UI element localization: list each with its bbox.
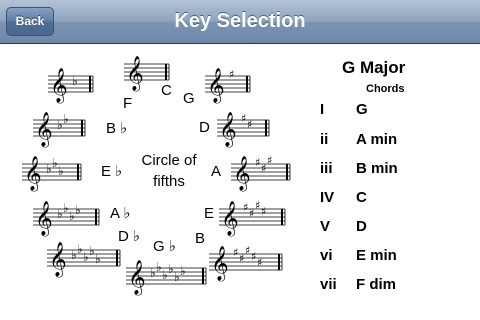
sharp-icon: ♯ bbox=[261, 162, 266, 175]
key-signature-staff[interactable]: 𝄞 ♭ ♭ bbox=[33, 112, 86, 148]
treble-clef-icon: 𝄞 bbox=[35, 201, 53, 237]
treble-clef-icon: 𝄞 bbox=[128, 260, 146, 296]
flat-icon: ♭ bbox=[77, 242, 83, 256]
treble-clef-icon: 𝄞 bbox=[221, 201, 239, 237]
chord-row: IV C bbox=[320, 189, 480, 209]
key-signature-staff[interactable]: 𝄞 ♯ ♯♯ ♯ bbox=[219, 199, 286, 237]
sharp-icon: ♯ bbox=[249, 207, 254, 220]
sharp-icon: ♯ bbox=[239, 252, 244, 265]
treble-clef-icon: 𝄞 bbox=[211, 246, 229, 282]
key-label-d: D bbox=[199, 119, 210, 136]
flat-icon: ♭ bbox=[89, 244, 95, 258]
sharp-icon: ♯ bbox=[251, 250, 256, 263]
chord-numeral: iii bbox=[320, 160, 333, 177]
key-signature-staff[interactable]: 𝄞 ♭ bbox=[48, 68, 94, 104]
chord-row: I G bbox=[320, 101, 480, 121]
sharp-icon: ♯ bbox=[255, 199, 260, 212]
flat-icon: ♭ bbox=[75, 203, 81, 217]
chord-numeral: vi bbox=[320, 247, 333, 264]
key-label-d-flat: D ♭ bbox=[118, 228, 141, 245]
treble-clef-icon: 𝄞 bbox=[126, 56, 144, 92]
sharp-icon: ♯ bbox=[229, 68, 234, 81]
key-signature-staff[interactable]: 𝄞 ♭ ♭♭ ♭ bbox=[33, 201, 100, 237]
treble-clef-icon: 𝄞 bbox=[49, 242, 67, 278]
flat-icon: ♭ bbox=[69, 209, 75, 223]
chord-row: vi E min bbox=[320, 247, 480, 267]
key-signature-staff[interactable]: 𝄞 ♭ ♭♭ ♭♭ ♭ bbox=[126, 260, 207, 296]
center-line-2: fifths bbox=[153, 173, 185, 190]
key-label-a: A bbox=[211, 163, 222, 180]
flat-icon: ♭ bbox=[63, 112, 69, 126]
chord-numeral: vii bbox=[320, 276, 337, 293]
flat-icon: ♭ bbox=[71, 248, 77, 262]
flat-icon: ♭ bbox=[162, 268, 168, 282]
chord-row: vii F dim bbox=[320, 276, 480, 296]
flat-icon: ♭ bbox=[150, 266, 156, 280]
key-signature-staff[interactable]: 𝄞 ♯ bbox=[205, 68, 251, 104]
key-label-b: B bbox=[195, 230, 206, 247]
sharp-icon: ♯ bbox=[247, 118, 252, 131]
key-label-a-flat: A ♭ bbox=[110, 205, 131, 222]
key-label-c: C bbox=[161, 82, 172, 99]
flat-icon: ♭ bbox=[63, 201, 69, 215]
flat-icon: ♭ bbox=[58, 164, 64, 178]
chords-heading: Chords bbox=[366, 83, 405, 95]
flat-icon: ♭ bbox=[83, 250, 89, 264]
key-label-g-flat: G ♭ bbox=[153, 238, 176, 255]
flat-icon: ♭ bbox=[46, 162, 52, 176]
flat-icon: ♭ bbox=[72, 74, 78, 88]
sharp-icon: ♯ bbox=[267, 154, 272, 167]
sharp-icon: ♯ bbox=[233, 246, 238, 259]
page-title: Key Selection bbox=[174, 10, 306, 32]
treble-clef-icon: 𝄞 bbox=[207, 68, 225, 104]
center-line-1: Circle of bbox=[141, 152, 197, 169]
chord-name: A min bbox=[356, 131, 398, 148]
treble-clef-icon: 𝄞 bbox=[50, 68, 68, 104]
chord-row: ii A min bbox=[320, 131, 480, 151]
circle-center-label: Circle of fifths bbox=[130, 150, 208, 192]
chord-name: G bbox=[356, 101, 368, 118]
chord-numeral: IV bbox=[320, 189, 335, 206]
key-label-g: G bbox=[183, 90, 195, 107]
flat-icon: ♭ bbox=[168, 262, 174, 276]
flat-icon: ♭ bbox=[95, 252, 101, 266]
chord-name: C bbox=[356, 189, 367, 206]
treble-clef-icon: 𝄞 bbox=[24, 156, 42, 192]
treble-clef-icon: 𝄞 bbox=[233, 156, 251, 192]
chord-name: D bbox=[356, 218, 367, 235]
flat-icon: ♭ bbox=[156, 260, 162, 274]
key-label-e: E bbox=[204, 205, 215, 222]
key-signature-staff[interactable]: 𝄞 ♭ ♭♭ bbox=[22, 156, 82, 192]
treble-clef-icon: 𝄞 bbox=[219, 112, 237, 148]
flat-icon: ♭ bbox=[57, 118, 63, 132]
key-label-b-flat: B ♭ bbox=[106, 120, 128, 137]
sharp-icon: ♯ bbox=[243, 201, 248, 214]
sharp-icon: ♯ bbox=[245, 244, 250, 257]
key-signature-staff[interactable]: 𝄞 ♭ ♭♭ ♭♭ bbox=[47, 242, 121, 278]
selected-key-title: G Major bbox=[342, 58, 406, 77]
flat-icon: ♭ bbox=[180, 264, 186, 278]
chord-row: iii B min bbox=[320, 160, 480, 180]
chord-name: B min bbox=[356, 160, 398, 177]
key-label-e-flat: E ♭ bbox=[101, 163, 123, 180]
chord-numeral: V bbox=[320, 218, 331, 235]
sharp-icon: ♯ bbox=[261, 205, 266, 218]
sharp-icon: ♯ bbox=[241, 112, 246, 125]
chord-row: V D bbox=[320, 218, 480, 238]
key-signature-staff[interactable]: 𝄞 ♯ ♯♯ ♯ ♯ bbox=[209, 244, 283, 282]
chord-numeral: I bbox=[320, 101, 325, 118]
flat-icon: ♭ bbox=[52, 156, 58, 170]
treble-clef-icon: 𝄞 bbox=[35, 112, 53, 148]
navigation-bar: Back Key Selection bbox=[0, 0, 480, 44]
key-label-f: F bbox=[123, 95, 133, 112]
key-signature-staff[interactable]: 𝄞 ♯ ♯♯ bbox=[231, 154, 291, 192]
flat-icon: ♭ bbox=[57, 207, 63, 221]
chord-numeral: ii bbox=[320, 131, 329, 148]
sharp-icon: ♯ bbox=[255, 156, 260, 169]
chord-name: E min bbox=[356, 247, 397, 264]
key-signature-staff[interactable]: 𝄞 ♯ ♯ bbox=[217, 112, 270, 148]
flat-icon: ♭ bbox=[174, 270, 180, 284]
chord-name: F dim bbox=[356, 276, 396, 293]
sharp-icon: ♯ bbox=[257, 256, 262, 269]
